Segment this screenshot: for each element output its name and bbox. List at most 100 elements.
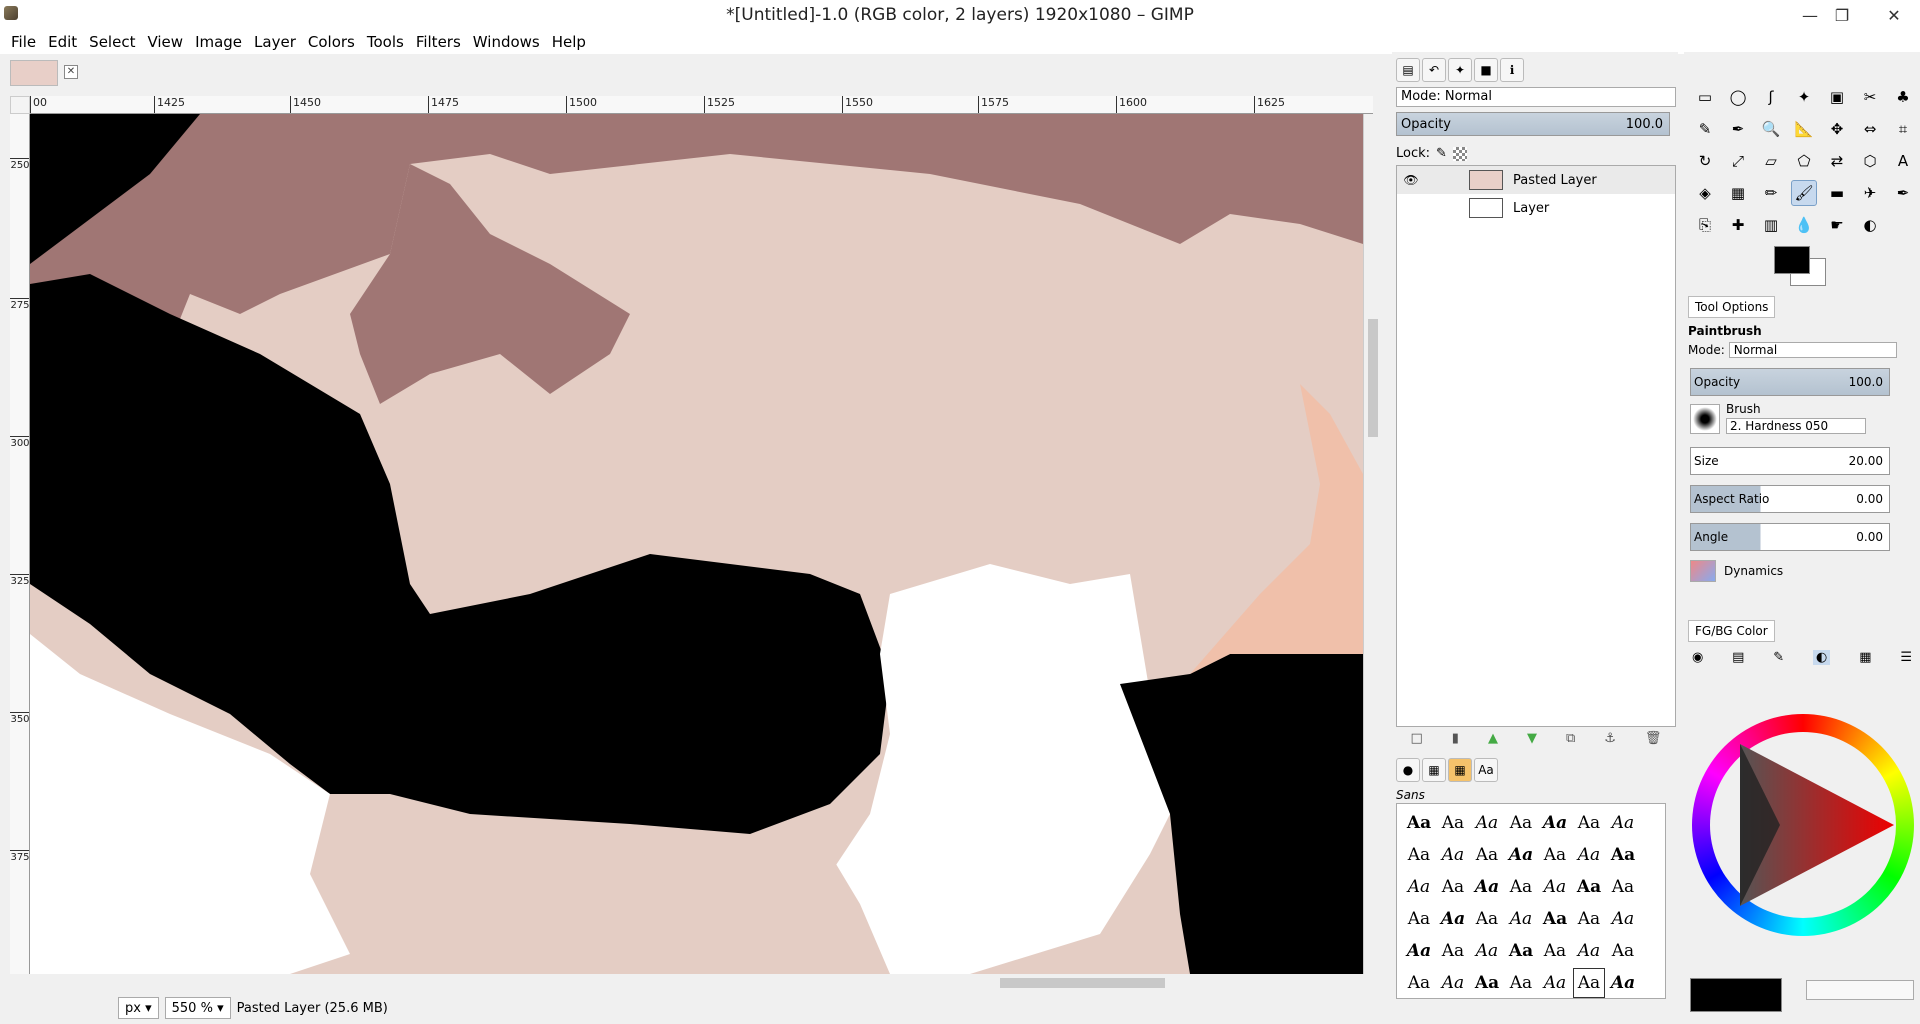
- close-image-tab-icon[interactable]: ✕: [64, 65, 78, 79]
- font-sample[interactable]: Aa: [1607, 872, 1639, 902]
- font-sample[interactable]: Aa: [1573, 904, 1605, 934]
- clone-tool-icon[interactable]: ⎘: [1692, 212, 1718, 238]
- visibility-eye-icon[interactable]: 👁: [1397, 173, 1425, 187]
- ink-tool-icon[interactable]: ✒: [1890, 180, 1916, 206]
- undo-history-tab-icon[interactable]: ↶: [1422, 58, 1446, 82]
- fonts-tab-icon[interactable]: Aa: [1474, 758, 1498, 782]
- font-sample[interactable]: Aa: [1505, 904, 1537, 934]
- menu-image[interactable]: Image: [190, 33, 247, 51]
- measure-tool-icon[interactable]: 📐: [1791, 116, 1817, 142]
- canvas-horizontal-scrollbar[interactable]: [10, 974, 1390, 992]
- layers-tab-icon[interactable]: ▤: [1396, 58, 1420, 82]
- font-sample[interactable]: Aa: [1403, 904, 1435, 934]
- smudge-tool-icon[interactable]: ☛: [1824, 212, 1850, 238]
- menu-filters[interactable]: Filters: [411, 33, 466, 51]
- cmyk-selector-icon[interactable]: ▤: [1732, 650, 1744, 665]
- font-sample[interactable]: Aa: [1437, 936, 1469, 966]
- font-sample[interactable]: Aa: [1505, 872, 1537, 902]
- font-sample[interactable]: Aa: [1437, 808, 1469, 838]
- aspect-ratio-slider[interactable]: Aspect Ratio 0.00: [1690, 485, 1890, 513]
- scale-tool-icon[interactable]: ⤢: [1725, 148, 1751, 174]
- scales-selector-icon[interactable]: ☰: [1900, 650, 1912, 665]
- flip-tool-icon[interactable]: ⇄: [1824, 148, 1850, 174]
- size-slider[interactable]: Size 20.00: [1690, 447, 1890, 475]
- font-preview-grid[interactable]: Aa Aa Aa Aa Aa Aa Aa Aa Aa Aa Aa Aa Aa Aa Aa Aa Aa Aa Aa Aa…: [1396, 803, 1666, 999]
- blur-tool-icon[interactable]: 💧: [1791, 212, 1817, 238]
- unit-selector[interactable]: px ▾: [118, 997, 159, 1019]
- color-triangle[interactable]: [1710, 732, 1896, 918]
- font-sample[interactable]: Aa: [1471, 808, 1503, 838]
- paths-tool-icon[interactable]: ✎: [1692, 116, 1718, 142]
- font-sample[interactable]: Aa: [1505, 968, 1537, 998]
- blend-tool-icon[interactable]: ▦: [1725, 180, 1751, 206]
- maximize-button[interactable]: ❐: [1822, 0, 1862, 30]
- pencil-tool-icon[interactable]: ✏: [1758, 180, 1784, 206]
- font-sample[interactable]: Aa: [1539, 936, 1571, 966]
- text-tool-icon[interactable]: A: [1890, 148, 1916, 174]
- paintbrush-tool-icon[interactable]: 🖌: [1791, 180, 1817, 206]
- palette-selector-icon[interactable]: ▦: [1859, 650, 1871, 665]
- menu-colors[interactable]: Colors: [303, 33, 360, 51]
- font-sample[interactable]: Aa: [1539, 808, 1571, 838]
- layer-mode-dropdown[interactable]: Mode: Normal: [1396, 87, 1676, 107]
- angle-slider[interactable]: Angle 0.00: [1690, 523, 1890, 551]
- close-button[interactable]: ✕: [1874, 0, 1914, 30]
- bucket-fill-tool-icon[interactable]: ◈: [1692, 180, 1718, 206]
- font-sample[interactable]: Aa: [1403, 936, 1435, 966]
- menu-help[interactable]: Help: [547, 33, 591, 51]
- foreground-color-swatch[interactable]: [1774, 246, 1810, 274]
- font-sample[interactable]: Aa: [1471, 936, 1503, 966]
- font-sample[interactable]: Aa: [1437, 968, 1469, 998]
- eraser-tool-icon[interactable]: ▬: [1824, 180, 1850, 206]
- hex-entry-button[interactable]: [1806, 980, 1914, 1000]
- font-sample[interactable]: Aa: [1471, 840, 1503, 870]
- cage-tool-icon[interactable]: ⬡: [1857, 148, 1883, 174]
- image-tab-thumbnail[interactable]: [10, 60, 58, 86]
- font-sample[interactable]: Aa: [1539, 840, 1571, 870]
- new-layer-icon[interactable]: □: [1411, 731, 1423, 746]
- font-sample[interactable]: Aa: [1573, 808, 1605, 838]
- rotate-tool-icon[interactable]: ↻: [1692, 148, 1718, 174]
- fgbg-tab[interactable]: FG/BG Color: [1688, 620, 1775, 642]
- color-select-tool-icon[interactable]: ▣: [1824, 84, 1850, 110]
- brushes-tab-icon[interactable]: ●: [1396, 758, 1420, 782]
- menu-file[interactable]: File: [6, 33, 41, 51]
- font-sample[interactable]: Aa: [1573, 872, 1605, 902]
- font-sample[interactable]: Aa: [1437, 904, 1469, 934]
- font-sample[interactable]: Aa: [1471, 904, 1503, 934]
- rect-select-tool-icon[interactable]: ▭: [1692, 84, 1718, 110]
- menu-view[interactable]: View: [142, 33, 188, 51]
- font-sample[interactable]: Aa: [1437, 840, 1469, 870]
- font-sample[interactable]: Aa: [1607, 808, 1639, 838]
- layer-opacity-slider[interactable]: Opacity 100.0: [1396, 112, 1670, 136]
- lower-layer-icon[interactable]: ▼: [1527, 731, 1537, 746]
- perspective-clone-tool-icon[interactable]: ▥: [1758, 212, 1784, 238]
- layer-row-pasted[interactable]: 👁 Pasted Layer: [1397, 166, 1675, 194]
- font-sample[interactable]: Aa: [1539, 872, 1571, 902]
- font-sample[interactable]: Aa: [1471, 872, 1503, 902]
- zoom-tool-icon[interactable]: 🔍: [1758, 116, 1784, 142]
- menu-edit[interactable]: Edit: [43, 33, 82, 51]
- font-sample[interactable]: Aa: [1539, 904, 1571, 934]
- duplicate-layer-icon[interactable]: ⧉: [1566, 731, 1575, 746]
- menu-layer[interactable]: Layer: [249, 33, 301, 51]
- align-tool-icon[interactable]: ⇔: [1857, 116, 1883, 142]
- font-sample[interactable]: Aa: [1573, 840, 1605, 870]
- font-sample[interactable]: Aa: [1403, 872, 1435, 902]
- ruler-corner-button[interactable]: [10, 96, 30, 114]
- crop-tool-icon[interactable]: ⌗: [1890, 116, 1916, 142]
- font-sample[interactable]: Aa: [1607, 840, 1639, 870]
- brush-name-field[interactable]: 2. Hardness 050: [1726, 418, 1866, 434]
- font-sample[interactable]: Aa: [1505, 840, 1537, 870]
- canvas-vertical-scrollbar[interactable]: [1363, 114, 1381, 974]
- image-canvas[interactable]: [30, 114, 1363, 974]
- layer-row-background[interactable]: Layer: [1397, 194, 1675, 222]
- perspective-tool-icon[interactable]: ⬠: [1791, 148, 1817, 174]
- font-sample[interactable]: Aa: [1403, 840, 1435, 870]
- gimp-selector-icon[interactable]: ◉: [1692, 650, 1703, 665]
- raise-layer-icon[interactable]: ▲: [1488, 731, 1498, 746]
- patterns-tab-icon[interactable]: ▦: [1448, 758, 1472, 782]
- color-picker-tool-icon[interactable]: ✒: [1725, 116, 1751, 142]
- shear-tool-icon[interactable]: ▱: [1758, 148, 1784, 174]
- lock-pixels-icon[interactable]: ✎: [1436, 146, 1447, 161]
